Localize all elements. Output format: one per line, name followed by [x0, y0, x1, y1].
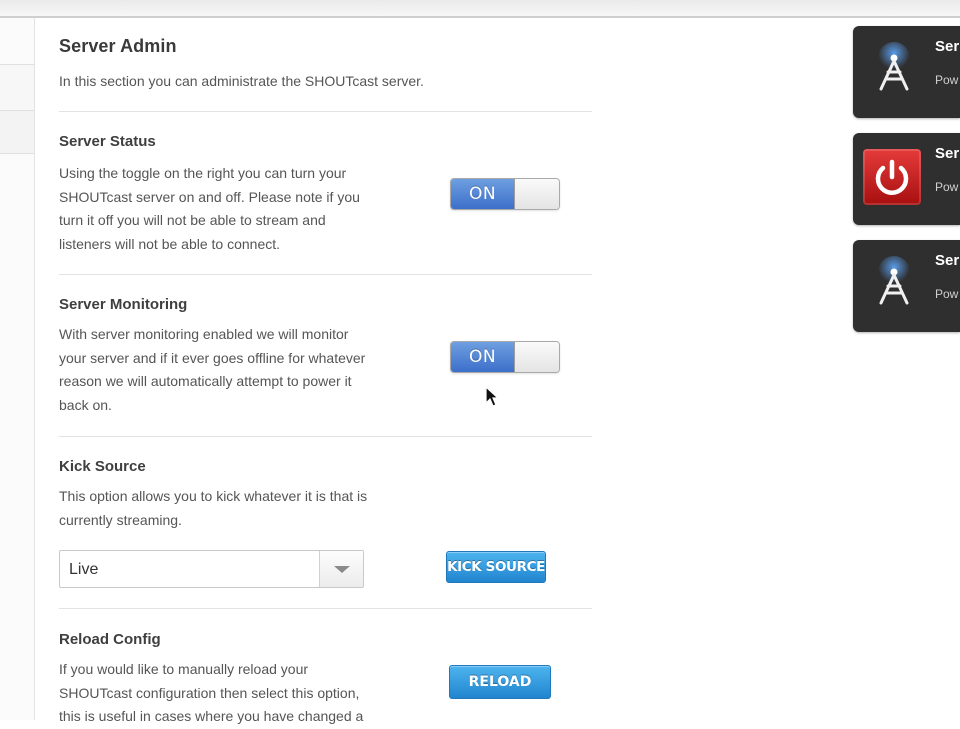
description-line: SHOUTcast configuration then select this…	[59, 684, 360, 701]
divider	[59, 436, 592, 437]
description-line: Using the toggle on the right you can tu…	[59, 165, 347, 181]
description-line: back on.	[59, 396, 112, 413]
toggle-knob[interactable]	[514, 179, 559, 209]
kick-source-title: Kick Source	[59, 458, 146, 475]
server-monitoring-description: With server monitoring enabled we will m…	[59, 323, 419, 417]
top-bar	[0, 0, 960, 18]
select-dropdown-button[interactable]	[319, 551, 363, 587]
server-card-name: Ser	[935, 252, 960, 269]
server-card-subtitle: Pow	[935, 287, 959, 301]
page-title: Server Admin	[59, 36, 177, 56]
sidebar-item[interactable]	[0, 110, 34, 154]
description-line: turn it off you will not be able to stre…	[59, 212, 326, 228]
page-description: In this section you can administrate the…	[59, 73, 424, 89]
left-sidebar	[0, 18, 35, 720]
server-card-name: Ser	[935, 38, 960, 55]
power-icon	[875, 159, 909, 195]
description-line: listeners will not be able to connect.	[59, 235, 281, 252]
kick-source-description: This option allows you to kick whatever …	[59, 485, 439, 532]
description-line: currently streaming.	[59, 511, 182, 528]
reload-button[interactable]: RELOAD	[449, 665, 551, 699]
reload-config-title: Reload Config	[59, 631, 161, 648]
antenna-icon	[878, 42, 910, 91]
description-line: your server and if it ever goes offline …	[59, 349, 366, 366]
reload-config-description: If you would like to manually reload you…	[59, 658, 419, 729]
divider	[59, 111, 592, 112]
antenna-icon	[878, 256, 910, 305]
server-monitoring-title: Server Monitoring	[59, 296, 188, 313]
server-card[interactable]: Ser Pow	[853, 26, 960, 118]
description-line: SHOUTcast server on and off. Please note…	[59, 188, 360, 205]
toggle-knob[interactable]	[514, 342, 559, 372]
server-status-description: Using the toggle on the right you can tu…	[59, 162, 419, 256]
server-monitoring-toggle[interactable]: ON	[450, 341, 560, 373]
server-card[interactable]: Ser Pow	[853, 240, 960, 332]
mouse-cursor-icon	[485, 386, 500, 407]
divider	[59, 274, 592, 275]
description-line: reason we will automatically attempt to …	[59, 373, 352, 389]
kick-source-select[interactable]: Live	[59, 550, 364, 588]
description-line: If you would like to manually reload you…	[59, 661, 309, 677]
toggle-on-label: ON	[451, 342, 514, 372]
description-line: With server monitoring enabled we will m…	[59, 326, 349, 342]
description-line: This option allows you to kick whatever …	[59, 488, 368, 504]
kick-source-button[interactable]: KICK SOURCE	[446, 551, 546, 583]
server-status-toggle[interactable]: ON	[450, 178, 560, 210]
divider	[59, 608, 592, 609]
server-card-name: Ser	[935, 145, 960, 162]
sidebar-item[interactable]	[0, 64, 34, 111]
select-value: Live	[69, 561, 99, 578]
power-button[interactable]	[863, 149, 921, 205]
description-line: this is useful in cases where you have c…	[59, 708, 364, 724]
server-card-subtitle: Pow	[935, 73, 959, 87]
toggle-on-label: ON	[451, 179, 514, 209]
server-card-subtitle: Pow	[935, 180, 959, 194]
server-card[interactable]: Ser Pow	[853, 133, 960, 225]
chevron-down-icon	[334, 566, 350, 573]
server-status-title: Server Status	[59, 133, 156, 150]
